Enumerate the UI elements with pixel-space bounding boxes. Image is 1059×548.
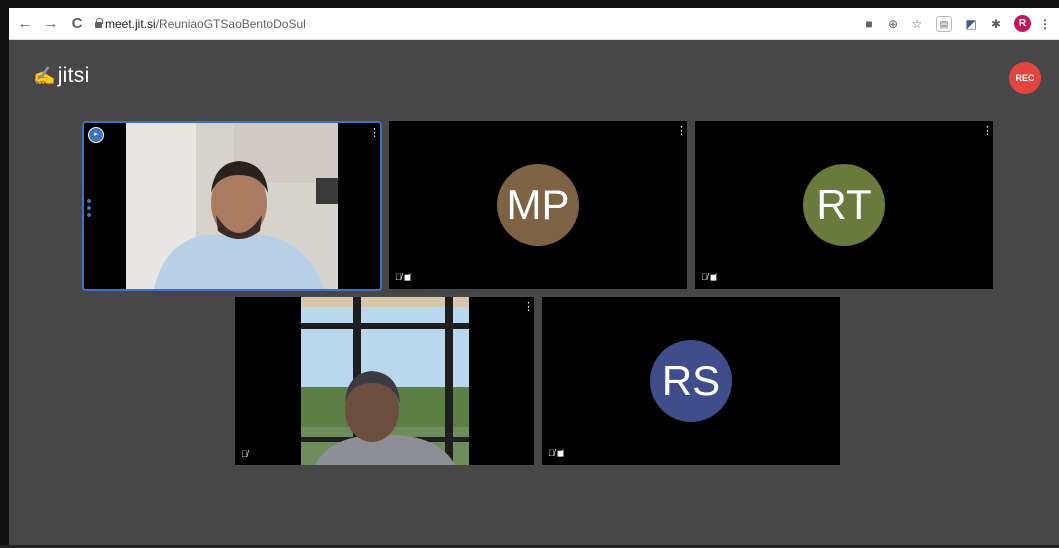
camera-off-icon: ◼̸ bbox=[403, 272, 412, 282]
participant-tile-video-1[interactable]: ▸ ⋮ bbox=[82, 121, 382, 291]
video-feed-1 bbox=[84, 123, 380, 289]
tile-menu-icon[interactable]: ⋮ bbox=[676, 126, 687, 137]
mic-muted-icon: 🎙̸ bbox=[701, 272, 708, 282]
back-icon[interactable]: ← bbox=[15, 14, 35, 34]
tile-status-icons: 🎙̸ ◼̸ bbox=[395, 272, 411, 283]
video-feed-2 bbox=[235, 297, 534, 465]
participant-tile-mp[interactable]: MP ⋮ 🎙̸ ◼̸ bbox=[389, 121, 687, 289]
avatar-initials-mp: MP bbox=[497, 164, 579, 246]
mic-muted-icon: 🎙̸ bbox=[548, 448, 555, 458]
logo-text: jitsi bbox=[57, 64, 90, 87]
tile-status-icons: 🎙̸ ◼̸ bbox=[548, 448, 564, 459]
install-icon[interactable]: ⊕ bbox=[884, 15, 902, 33]
profile-avatar[interactable]: R bbox=[1014, 15, 1031, 32]
address-bar[interactable]: meet.jit.si/ReuniaoGTSaoBentoDoSul bbox=[105, 16, 306, 32]
camera-off-icon: ◼̸ bbox=[709, 272, 718, 282]
url-path: /ReuniaoGTSaoBentoDoSul bbox=[155, 17, 306, 31]
tile-menu-icon[interactable]: ⋮ bbox=[523, 302, 534, 313]
mic-muted-icon: 🎙̸ bbox=[241, 449, 248, 459]
tile-menu-icon[interactable]: ⋮ bbox=[982, 126, 993, 137]
browser-toolbar: ← → C meet.jit.si/ReuniaoGTSaoBentoDoSul… bbox=[9, 8, 1059, 40]
extension-puzzle-app-icon[interactable]: ◩ bbox=[962, 15, 980, 33]
extensions-puzzle-icon[interactable]: ✱ bbox=[987, 15, 1005, 33]
camera-off-icon: ◼̸ bbox=[556, 448, 565, 458]
forward-icon[interactable]: → bbox=[41, 14, 61, 34]
bookmark-star-icon[interactable]: ☆ bbox=[908, 15, 926, 33]
extension-icon[interactable]: ▤ bbox=[936, 16, 952, 32]
recording-badge: REC bbox=[1009, 62, 1041, 94]
participant-tile-rt[interactable]: RT ⋮ 🎙̸ ◼̸ bbox=[695, 121, 993, 289]
dominant-speaker-icon: ▸ bbox=[88, 127, 104, 143]
jitsi-logo: ✍jitsi bbox=[33, 64, 90, 88]
tile-status-icons: 🎙̸ bbox=[241, 449, 248, 459]
reload-icon[interactable]: C bbox=[67, 14, 87, 34]
tile-status-icons: 🎙̸ ◼̸ bbox=[701, 272, 717, 283]
camera-icon[interactable]: ■ bbox=[860, 15, 878, 33]
avatar-initials-rt: RT bbox=[803, 164, 885, 246]
participant-tile-video-2[interactable]: ⋮ 🎙̸ bbox=[235, 297, 534, 465]
meeting-stage: ✍jitsi REC ▸ ⋮ MP ⋮ 🎙̸ ◼̸ RT ⋮ 🎙̸ ◼̸ ⋮ 🎙… bbox=[9, 40, 1059, 546]
participant-tile-rs[interactable]: RS 🎙̸ ◼̸ bbox=[542, 297, 840, 465]
audio-level-indicator bbox=[87, 199, 91, 219]
mic-muted-icon: 🎙̸ bbox=[395, 272, 402, 282]
jitsi-hand-icon: ✍ bbox=[33, 66, 56, 86]
tile-menu-icon[interactable]: ⋮ bbox=[369, 128, 380, 139]
lock-icon[interactable] bbox=[95, 18, 103, 28]
menu-kebab-icon[interactable]: ⋮ bbox=[1036, 15, 1054, 33]
url-host: meet.jit.si bbox=[105, 17, 156, 31]
avatar-initials-rs: RS bbox=[650, 340, 732, 422]
